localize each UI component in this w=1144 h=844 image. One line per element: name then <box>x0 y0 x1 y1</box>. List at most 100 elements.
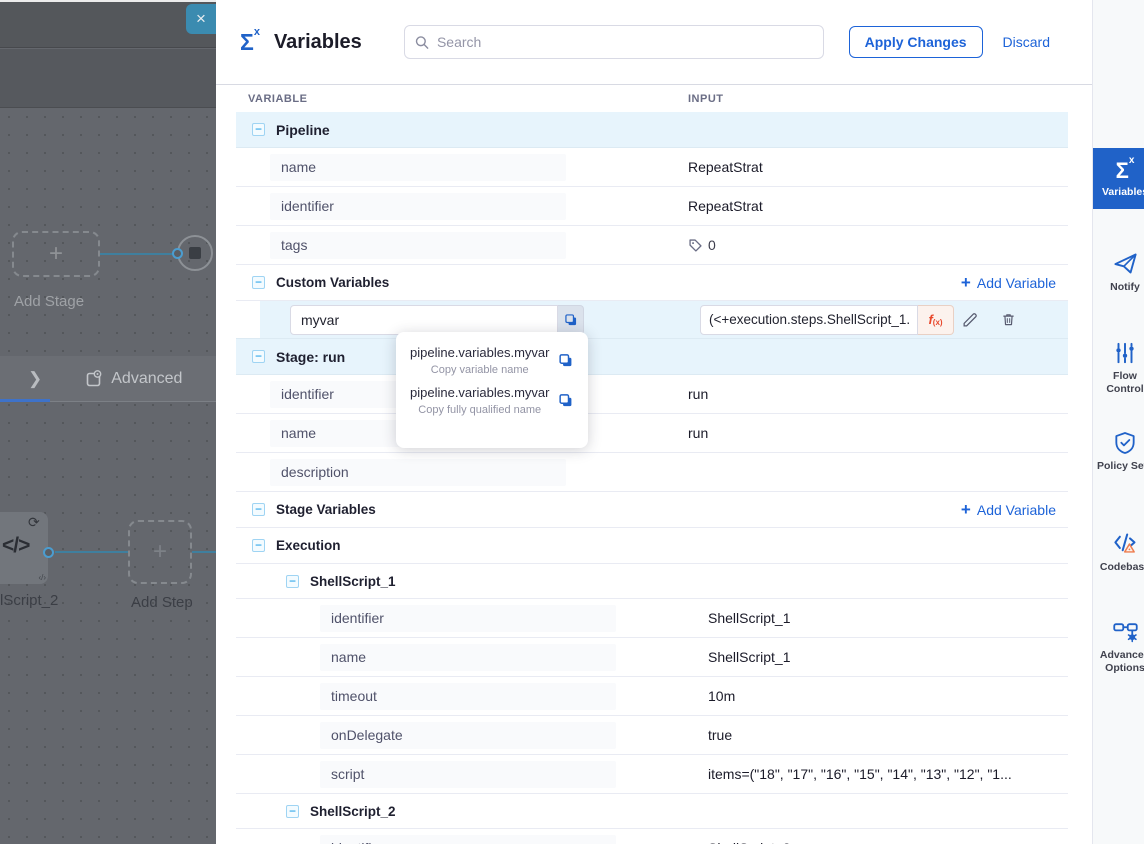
canvas-grid <box>0 108 216 844</box>
collapse-icon[interactable] <box>252 123 265 136</box>
variable-name-cell: identifier <box>320 605 616 632</box>
variable-name-cell: identifier <box>270 193 566 220</box>
copy-variable-name-item[interactable]: pipeline.variables.myvar Copy variable n… <box>410 345 574 376</box>
sidebar-item-policy-sets[interactable]: Policy Sets <box>1093 430 1144 473</box>
tab-advanced[interactable]: Advanced <box>86 370 182 388</box>
section-label: Custom Variables <box>276 275 389 290</box>
copy-variable-button[interactable] <box>558 305 584 335</box>
step-node-port[interactable] <box>43 547 54 558</box>
sidebar-item-variables[interactable]: Σx Variables <box>1093 148 1144 209</box>
add-variable-button[interactable]: + Add Variable <box>961 273 1056 293</box>
plus-icon: + <box>49 240 63 268</box>
table-row: name run <box>236 414 1068 453</box>
expression-fx-button[interactable]: f(x) <box>918 305 954 335</box>
variable-value-input[interactable] <box>700 305 918 335</box>
step-node-shellscript2[interactable]: ⟳ </> ‹/› <box>0 512 48 584</box>
mini-code-icon: ‹/› <box>38 573 46 582</box>
delete-variable-button[interactable] <box>996 308 1020 332</box>
tags-value: 0 <box>688 237 716 253</box>
sidebar-item-codebase[interactable]: Codebase <box>1093 530 1144 574</box>
section-label: ShellScript_2 <box>310 804 396 819</box>
collapse-icon[interactable] <box>252 503 265 516</box>
variables-table: VARIABLE INPUT Pipeline name RepeatStrat… <box>236 86 1068 844</box>
canvas-subtoolbar <box>0 49 216 108</box>
table-row: onDelegate true <box>236 716 1068 755</box>
search-box[interactable] <box>404 25 824 59</box>
variable-value: 10m <box>708 688 735 704</box>
custom-variable-row: f(x) <box>236 301 1068 339</box>
section-row-pipeline[interactable]: Pipeline <box>236 112 1068 148</box>
collapse-icon[interactable] <box>252 276 265 289</box>
add-variable-button[interactable]: + Add Variable <box>961 500 1056 520</box>
copy-icon[interactable] <box>558 352 574 369</box>
copy-icon[interactable] <box>558 392 574 409</box>
step-connector-line-2 <box>192 551 216 553</box>
plus-icon: + <box>153 538 167 566</box>
variables-sigma-icon: Σx <box>240 31 260 54</box>
table-row: name ShellScript_1 <box>236 638 1068 677</box>
subsection-row-shellscript1[interactable]: ShellScript_1 <box>236 564 1068 599</box>
add-step-label: Add Step <box>131 594 193 611</box>
sidebar-item-label: Notify <box>1110 281 1140 294</box>
variable-value: ShellScript_2 <box>708 840 791 844</box>
table-row: description <box>236 453 1068 492</box>
section-row-stage-run[interactable]: Stage: run <box>236 339 1068 375</box>
close-panel-button[interactable]: × <box>186 4 216 34</box>
sidebar-item-label: Policy Sets <box>1097 460 1144 473</box>
variable-name-cell: name <box>270 154 566 181</box>
copy-caption: Copy variable name <box>410 364 549 376</box>
variables-panel: Σx Variables Apply Changes Discard VARIA… <box>216 0 1092 844</box>
loop-strategy-icon: ⟳ <box>28 514 40 531</box>
apply-changes-button[interactable]: Apply Changes <box>849 26 983 58</box>
add-variable-label: Add Variable <box>977 502 1056 518</box>
variable-name-input[interactable] <box>290 305 558 335</box>
page-title: Variables <box>274 31 362 54</box>
sliders-icon <box>1112 340 1138 366</box>
variable-value: RepeatStrat <box>688 159 763 175</box>
variable-name-cell: script <box>320 761 616 788</box>
table-row: name RepeatStrat <box>236 148 1068 187</box>
section-label: ShellScript_1 <box>310 574 396 589</box>
end-node-port <box>172 248 183 259</box>
section-label: Execution <box>276 538 341 553</box>
section-row-custom-variables[interactable]: Custom Variables + Add Variable <box>236 265 1068 301</box>
copy-fqn-item[interactable]: pipeline.variables.myvar Copy fully qual… <box>410 385 574 416</box>
plus-icon: + <box>961 500 971 520</box>
sidebar-item-notify[interactable]: Notify <box>1093 250 1144 294</box>
collapse-icon[interactable] <box>286 805 299 818</box>
sidebar-item-advanced-options[interactable]: Advanced Options <box>1093 618 1144 675</box>
table-row: script items=("18", "17", "16", "15", "1… <box>236 755 1068 794</box>
trash-icon <box>1000 311 1017 328</box>
sidebar-item-label: Codebase <box>1100 561 1144 574</box>
collapse-icon[interactable] <box>252 350 265 363</box>
variable-value: true <box>708 727 732 743</box>
codebase-icon <box>1112 530 1139 557</box>
variable-name-cell: onDelegate <box>320 722 616 749</box>
search-input[interactable] <box>437 34 813 50</box>
chevron-right-icon[interactable]: ❯ <box>28 369 42 389</box>
table-row: identifier RepeatStrat <box>236 187 1068 226</box>
advanced-options-icon <box>1112 618 1139 645</box>
col-input: INPUT <box>688 93 724 105</box>
collapse-icon[interactable] <box>252 539 265 552</box>
variable-path: pipeline.variables.myvar <box>410 345 549 360</box>
section-label: Stage: run <box>276 349 345 365</box>
collapse-icon[interactable] <box>286 575 299 588</box>
discard-button[interactable]: Discard <box>1003 34 1050 50</box>
variables-sigma-icon: Σx <box>1116 160 1135 182</box>
sidebar-item-flow-control[interactable]: Flow Control <box>1093 340 1144 396</box>
add-step-node[interactable]: + <box>128 520 192 584</box>
stop-icon <box>189 247 201 259</box>
variable-name-cell: name <box>320 644 616 671</box>
section-row-execution[interactable]: Execution <box>236 528 1068 564</box>
tag-icon <box>688 238 703 253</box>
add-stage-label: Add Stage <box>14 293 84 310</box>
search-icon <box>415 35 429 50</box>
add-stage-node[interactable]: + <box>12 231 100 277</box>
section-row-stage-variables[interactable]: Stage Variables + Add Variable <box>236 492 1068 528</box>
edit-variable-button[interactable] <box>958 308 982 332</box>
subsection-row-shellscript2[interactable]: ShellScript_2 <box>236 794 1068 829</box>
variable-name-cell: tags <box>270 232 566 259</box>
variable-name-cell: identifier <box>320 835 616 844</box>
table-row: identifier run <box>236 375 1068 414</box>
